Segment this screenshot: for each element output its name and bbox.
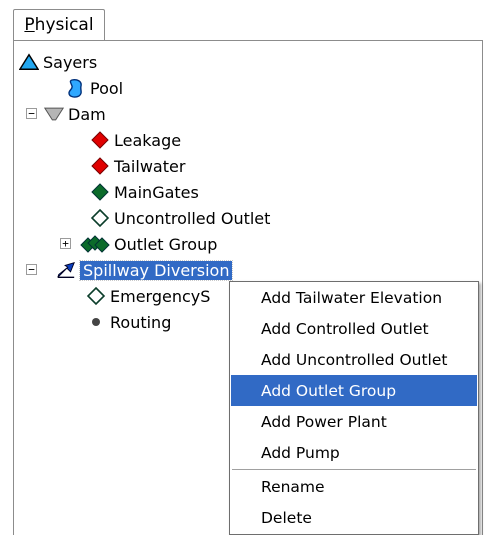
red-diamond-icon: [90, 156, 110, 176]
menu-item-rename[interactable]: Rename: [231, 471, 477, 502]
menu-item-add-outlet-group[interactable]: Add Outlet Group: [231, 375, 477, 406]
menu-separator: [232, 469, 476, 470]
dam-icon: [44, 104, 64, 124]
tree-node-tailwater[interactable]: Tailwater: [90, 154, 185, 178]
diversion-arrow-icon: [56, 260, 76, 280]
tree-node-label-selected: Spillway Diversion: [78, 259, 234, 281]
red-diamond-icon: [90, 130, 110, 150]
green-diamond-icon: [90, 182, 110, 202]
pool-icon: [66, 78, 86, 98]
routing-dot-icon: [86, 312, 106, 332]
outline-diamond-icon: [86, 286, 106, 306]
triangle-icon: [19, 52, 39, 72]
tree-node-label: Outlet Group: [114, 234, 218, 254]
menu-item-add-pump[interactable]: Add Pump: [231, 437, 477, 468]
tree-node-outlet-group[interactable]: Outlet Group: [80, 232, 217, 256]
diamond-group-icon: [80, 234, 110, 254]
expand-toggle-outlet-group[interactable]: +: [60, 238, 71, 249]
collapse-toggle-spillway[interactable]: −: [26, 264, 37, 275]
context-menu: Add Tailwater Elevation Add Controlled O…: [229, 281, 479, 535]
menu-item-add-tailwater-elevation[interactable]: Add Tailwater Elevation: [231, 282, 477, 313]
menu-item-add-power-plant[interactable]: Add Power Plant: [231, 406, 477, 437]
tree-node-spillway-diversion[interactable]: Spillway Diversion: [56, 258, 234, 282]
tree-node-main-gates[interactable]: MainGates: [90, 180, 199, 204]
tree-node-sayers[interactable]: Sayers: [19, 50, 97, 74]
tree-node-dam[interactable]: Dam: [44, 102, 106, 126]
tree-node-label: Pool: [90, 78, 124, 98]
tree-node-emergency[interactable]: EmergencyS: [86, 284, 210, 308]
tree-node-label: MainGates: [114, 182, 199, 202]
menu-item-add-uncontrolled-outlet[interactable]: Add Uncontrolled Outlet: [231, 344, 477, 375]
tree-node-routing[interactable]: Routing: [86, 310, 171, 334]
menu-item-add-controlled-outlet[interactable]: Add Controlled Outlet: [231, 313, 477, 344]
tree-node-uncontrolled-outlet[interactable]: Uncontrolled Outlet: [90, 206, 270, 230]
tab-physical[interactable]: Physical: [13, 9, 105, 40]
tree-node-label: Uncontrolled Outlet: [114, 208, 271, 228]
tree-node-pool[interactable]: Pool: [66, 76, 123, 100]
menu-item-delete[interactable]: Delete: [231, 502, 477, 533]
tab-physical-label: Physical: [24, 15, 94, 35]
tree-node-label: Sayers: [43, 52, 98, 72]
tree-node-label: Dam: [68, 104, 106, 124]
tree-node-label: Leakage: [114, 130, 182, 150]
tree-node-label: Tailwater: [114, 156, 186, 176]
tree-node-leakage[interactable]: Leakage: [90, 128, 181, 152]
outline-diamond-icon: [90, 208, 110, 228]
tree-node-label: EmergencyS: [110, 286, 211, 306]
tree-node-label: Routing: [110, 312, 172, 332]
collapse-toggle-dam[interactable]: −: [26, 108, 37, 119]
